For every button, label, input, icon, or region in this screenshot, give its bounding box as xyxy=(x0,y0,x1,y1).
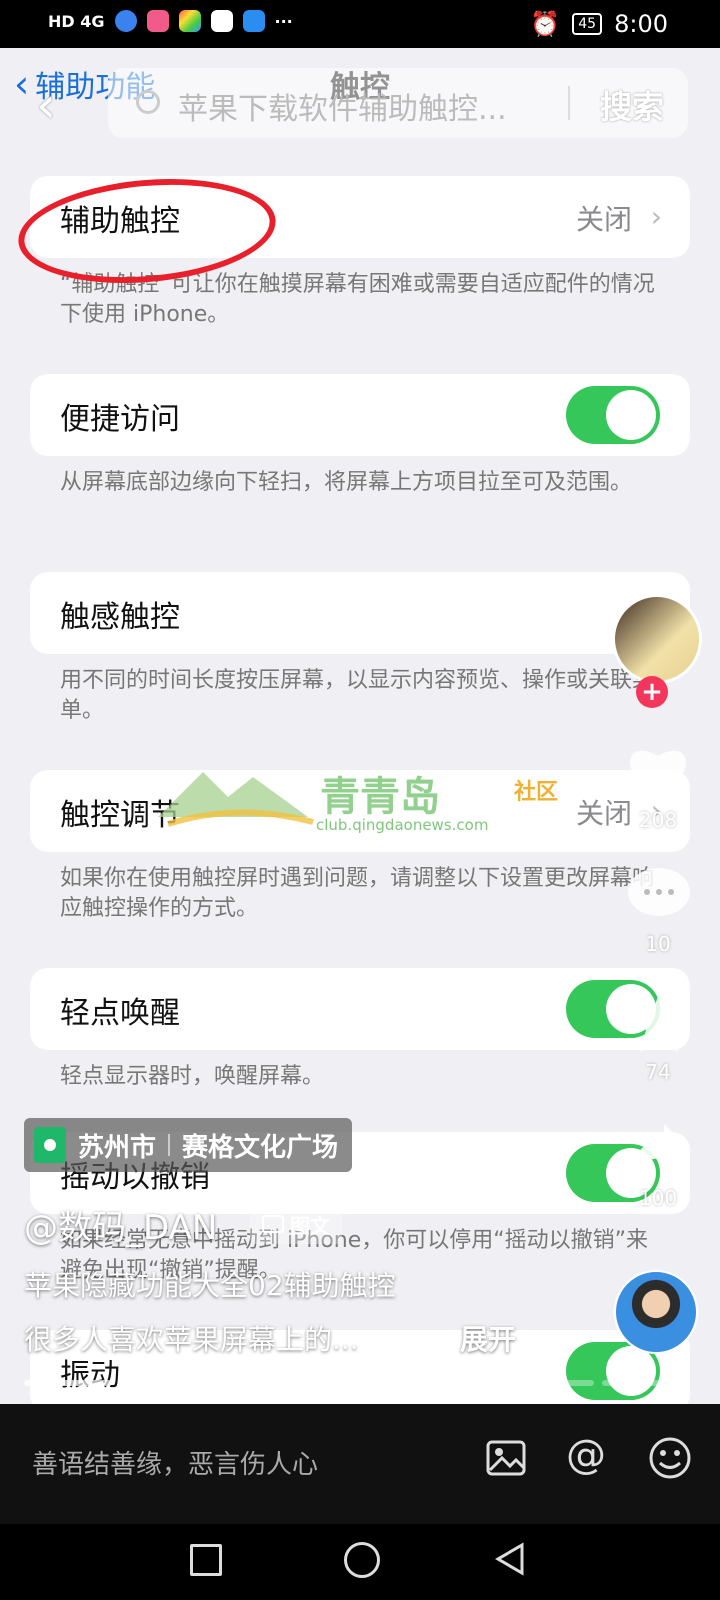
recents-icon[interactable] xyxy=(190,1544,222,1576)
favorite-count: 74 xyxy=(645,1060,671,1084)
post-excerpt: 很多人喜欢苹果屏幕上的... xyxy=(24,1323,359,1356)
battery-indicator: 45 xyxy=(572,13,603,35)
post-title: 苹果隐藏功能大全02辅助触控 xyxy=(24,1269,396,1302)
back-triangle-icon[interactable] xyxy=(494,1542,526,1576)
share-button[interactable] xyxy=(626,1120,692,1178)
home-icon[interactable] xyxy=(344,1542,380,1578)
alarm-icon: ⏰ xyxy=(530,10,561,38)
search-divider xyxy=(568,86,570,120)
search-bar[interactable]: 苹果下载软件辅助触控... 搜索 xyxy=(108,68,688,138)
clock: 8:00 xyxy=(614,10,668,38)
status-bar: HD 4G ··· ⏰ 45 8:00 xyxy=(0,0,720,48)
page-dot xyxy=(409,1380,498,1386)
mention-icon[interactable]: @ xyxy=(566,1432,606,1478)
setting-description: 轻点显示器时，唤醒屏幕。 xyxy=(60,1064,325,1089)
image-page-indicator xyxy=(24,1380,690,1386)
post-type-tag: 图文 xyxy=(250,1204,342,1244)
search-button[interactable]: 搜索 xyxy=(600,82,664,128)
location-divider xyxy=(168,1134,171,1156)
star-icon xyxy=(628,994,690,1052)
book-app-icon xyxy=(242,10,265,32)
follow-plus-icon[interactable]: + xyxy=(636,676,668,708)
ios-nav-bar: ‹ 辅助功能 触控 苹果下载软件辅助触控... 搜索 ‹ xyxy=(0,56,720,138)
setting-row-tap-to-wake[interactable]: 轻点唤醒 xyxy=(30,968,690,1050)
comment-button[interactable] xyxy=(626,866,692,924)
like-count: 208 xyxy=(638,808,678,832)
page-dot xyxy=(312,1380,402,1386)
location-chip[interactable]: 苏州市 赛格文化广场 xyxy=(24,1118,353,1172)
search-placeholder[interactable]: 苹果下载软件辅助触控... xyxy=(178,84,507,128)
search-icon xyxy=(136,90,160,114)
setting-label: 触感触控 xyxy=(60,600,180,635)
watermark-sub: 社区 xyxy=(514,780,559,805)
mountain-logo-icon xyxy=(158,772,314,827)
toggle-knob xyxy=(606,390,656,440)
chevron-right-icon: › xyxy=(650,200,662,233)
page-dot xyxy=(24,1380,113,1386)
page-dot xyxy=(505,1380,594,1386)
setting-value: 关闭 xyxy=(575,203,632,236)
location-place: 赛格文化广场 xyxy=(182,1132,339,1163)
image-picker-icon[interactable] xyxy=(486,1438,526,1478)
setting-row-reachability[interactable]: 便捷访问 xyxy=(30,374,690,456)
comment-input[interactable]: 善语结善缘，恶言伤人心 xyxy=(32,1444,318,1481)
qingdao-watermark: 青青岛 社区 club.qingdaonews.com xyxy=(158,762,558,862)
favorite-button[interactable] xyxy=(626,992,692,1054)
music-disc-avatar[interactable] xyxy=(614,1270,698,1354)
share-arrow-icon xyxy=(628,1124,690,1176)
system-nav-bar xyxy=(0,1524,720,1600)
network-indicator: HD 4G xyxy=(48,11,105,31)
watermark-url: club.qingdaonews.com xyxy=(316,816,489,834)
setting-label: 便捷访问 xyxy=(60,402,180,437)
setting-row-haptic-touch[interactable]: 触感触控 xyxy=(30,572,690,654)
post-type-label: 图文 xyxy=(290,1213,330,1238)
location-city: 苏州市 xyxy=(78,1132,157,1163)
page-dot xyxy=(120,1380,209,1386)
watermark-brand: 青青岛 xyxy=(320,774,440,820)
more-notifications-icon: ··· xyxy=(274,11,293,31)
comment-count: 10 xyxy=(645,932,671,956)
setting-label: 轻点唤醒 xyxy=(60,996,180,1031)
reachability-toggle[interactable] xyxy=(566,386,660,444)
video-app-icon xyxy=(146,10,169,32)
setting-description: 从屏幕底部边缘向下轻扫，将屏幕上方项目拉至可及范围。 xyxy=(60,470,633,495)
browser-app-icon xyxy=(114,10,137,32)
post-author[interactable]: @数码_DAN xyxy=(24,1200,217,1249)
back-arrow-icon[interactable]: ‹ xyxy=(36,76,56,134)
expand-link[interactable]: 展开 xyxy=(460,1318,516,1358)
share-count: 100 xyxy=(638,1186,678,1210)
page-dot xyxy=(216,1380,305,1386)
heart-icon xyxy=(630,750,686,798)
setting-description: 用不同的时间长度按压屏幕，以显示内容预览、操作或关联菜单。 xyxy=(60,668,655,723)
location-pin-icon xyxy=(34,1127,66,1163)
palette-app-icon xyxy=(178,10,201,32)
emoji-icon[interactable] xyxy=(648,1436,692,1480)
image-text-icon xyxy=(262,1215,284,1233)
comment-bubble-icon xyxy=(628,868,690,916)
author-avatar[interactable] xyxy=(612,594,702,684)
page-dot xyxy=(601,1380,690,1386)
bag-app-icon xyxy=(210,10,233,32)
toggle-knob xyxy=(606,1346,656,1396)
like-button[interactable] xyxy=(624,742,692,802)
setting-description: 如果你在使用触控屏时遇到问题，请调整以下设置更改屏幕响应触控操作的方式。 xyxy=(60,866,655,921)
comment-bar: 善语结善缘，恶言伤人心 @ xyxy=(0,1404,720,1524)
